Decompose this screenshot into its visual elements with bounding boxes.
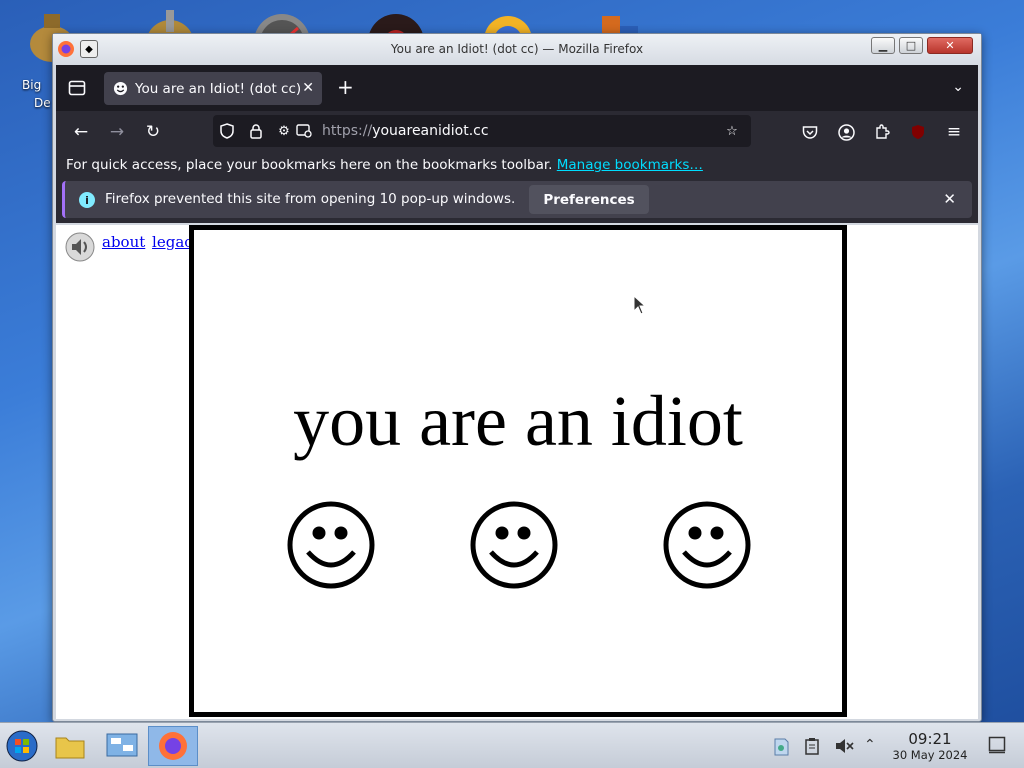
clock-date: 30 May 2024 <box>892 748 968 762</box>
page-content: about legacy safe you are an idiot <box>56 225 978 719</box>
smiley-face-icon <box>663 501 751 589</box>
window-title: You are an Idiot! (dot cc) — Mozilla Fir… <box>390 42 644 56</box>
maximize-button[interactable]: □ <box>899 37 923 54</box>
reload-icon: ↻ <box>145 122 161 142</box>
desktop-label-2: De <box>34 96 51 110</box>
window-titlebar[interactable]: ◆ You are an Idiot! (dot cc) — Mozilla F… <box>53 34 981 65</box>
bookmark-star-icon[interactable]: ☆ <box>723 122 741 140</box>
permissions-icon[interactable]: ⚙ <box>275 122 293 140</box>
taskbar-firefox[interactable] <box>148 726 198 766</box>
hamburger-menu-icon: ≡ <box>946 122 962 142</box>
reload-button[interactable]: ↻ <box>140 120 166 144</box>
minimize-button[interactable]: ▁ <box>871 37 895 54</box>
clock[interactable]: 09:21 30 May 2024 <box>890 730 970 762</box>
lock-icon[interactable] <box>247 122 265 140</box>
speaker-icon[interactable] <box>64 231 96 263</box>
smiley-face-icon <box>470 501 558 589</box>
tab-close-icon[interactable]: ✕ <box>302 80 314 96</box>
about-link[interactable]: about <box>102 233 145 251</box>
back-arrow-icon: ← <box>73 122 89 142</box>
manage-bookmarks-link[interactable]: Manage bookmarks… <box>557 157 703 173</box>
tab-active[interactable]: You are an Idiot! (dot cc) ✕ <box>104 72 322 105</box>
new-tab-button[interactable]: + <box>337 77 354 97</box>
url-text: https://youareanidiot.cc <box>322 123 489 139</box>
idiot-frame: you are an idiot <box>189 225 847 717</box>
tab-list-chevron-icon[interactable]: ⌄ <box>952 79 964 95</box>
tray-network-icon[interactable] <box>772 737 790 761</box>
control-panel-icon <box>106 733 138 757</box>
ublock-button[interactable] <box>905 120 931 144</box>
tray-icon <box>68 80 86 96</box>
bookmarks-hint: For quick access, place your bookmarks h… <box>66 157 553 173</box>
notification-message: Firefox prevented this site from opening… <box>105 191 516 207</box>
tracking-shield-icon[interactable] <box>218 122 236 140</box>
url-bar[interactable]: ⚙ https://youareanidiot.cc ☆ <box>213 115 751 147</box>
forward-arrow-icon: → <box>109 122 125 142</box>
smiley-favicon-icon <box>113 81 128 96</box>
account-button[interactable] <box>833 120 859 144</box>
popup-blocked-notification: i Firefox prevented this site from openi… <box>62 181 972 218</box>
url-scheme: https:// <box>322 123 373 139</box>
tray-expand-chevron-icon[interactable]: ⌃ <box>864 737 876 753</box>
pocket-icon <box>802 125 818 139</box>
show-desktop-icon[interactable] <box>988 736 1006 758</box>
back-button[interactable]: ← <box>68 120 94 144</box>
account-icon <box>837 123 855 141</box>
popup-blocked-icon[interactable] <box>295 122 313 140</box>
taskbar-file-manager[interactable] <box>50 726 90 766</box>
tab-label: You are an Idiot! (dot cc) <box>135 80 302 97</box>
firefox-icon <box>159 732 187 760</box>
app-menu-button[interactable]: ≡ <box>941 120 967 144</box>
tab-overview-button[interactable] <box>62 73 92 103</box>
headline: you are an idiot <box>293 381 743 461</box>
forward-button[interactable]: → <box>104 120 130 144</box>
tray-clipboard-icon[interactable] <box>804 737 820 759</box>
url-host: youareanidiot.cc <box>372 123 489 139</box>
minimize-icon: ▁ <box>878 39 888 52</box>
smiley-face-icon <box>287 501 375 589</box>
tab-bar: You are an Idiot! (dot cc) ✕ + ⌄ <box>56 65 978 111</box>
notification-close-icon[interactable]: ✕ <box>943 190 956 208</box>
mouse-cursor-icon <box>633 295 645 315</box>
firefox-window: ◆ You are an Idiot! (dot cc) — Mozilla F… <box>52 33 982 722</box>
desktop-label: Big <box>22 78 42 92</box>
preferences-button[interactable]: Preferences <box>529 185 649 214</box>
extensions-button[interactable] <box>869 120 895 144</box>
clock-time: 09:21 <box>908 730 952 748</box>
start-orb-icon <box>6 730 38 762</box>
pocket-button[interactable] <box>797 120 823 144</box>
close-button[interactable]: ✕ <box>927 37 973 54</box>
folder-icon <box>55 737 85 759</box>
ublock-shield-icon <box>912 125 924 139</box>
info-icon: i <box>79 192 95 208</box>
nav-bar: ← → ↻ ⚙ https://youareanidiot.cc ☆ ≡ <box>56 111 978 153</box>
puzzle-icon <box>876 124 890 139</box>
maximize-icon: □ <box>905 39 917 52</box>
tray-volume-muted-icon[interactable] <box>834 737 854 759</box>
start-button[interactable] <box>2 726 42 766</box>
browser-chrome: You are an Idiot! (dot cc) ✕ + ⌄ ← → ↻ ⚙ <box>56 65 978 223</box>
bookmarks-toolbar: For quick access, place your bookmarks h… <box>56 153 978 179</box>
close-icon: ✕ <box>945 39 955 52</box>
taskbar: ⌃ 09:21 30 May 2024 <box>0 722 1024 768</box>
notification-area: i Firefox prevented this site from openi… <box>56 179 978 223</box>
taskbar-system-settings[interactable] <box>102 726 142 766</box>
